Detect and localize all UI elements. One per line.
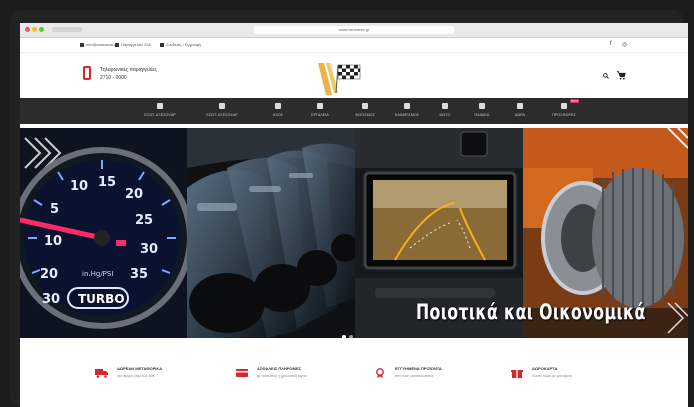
- close-window-icon[interactable]: [25, 27, 30, 32]
- nav-item-exterior[interactable]: ΕΞΩΤ. ΑΞΕΣΟΥΑΡ: [130, 100, 190, 117]
- nav-item-label: ΠΡΟΣΦΟΡΕΣ: [552, 113, 576, 117]
- child-icon: [479, 103, 485, 109]
- hero-slider[interactable]: 20 10 5 10 15 20 25 30 35 30 in.Hg/PSI TURBO: [20, 128, 688, 338]
- topbar-item-email[interactable]: info@carmania.gr: [80, 42, 118, 47]
- award-icon: [376, 368, 384, 378]
- card-icon: [236, 369, 248, 377]
- svg-text:30: 30: [140, 242, 158, 257]
- topbar-item-login[interactable]: Σύνδεση / Εγγραφή: [160, 42, 201, 47]
- phone-number: 2710 - 0000: [100, 75, 127, 81]
- feature-subtitle: από τους κατασκευαστές: [395, 374, 434, 378]
- svg-text:TURBO: TURBO: [78, 292, 125, 306]
- svg-text:10: 10: [70, 179, 88, 194]
- feature-subtitle: δώστε δώρο με μια κάρτα: [532, 374, 572, 378]
- nav-item-label: ΗΧΟΣ: [272, 113, 284, 117]
- feature-subtitle: για αγορές άνω των 50€: [117, 374, 155, 378]
- speaker-icon: [275, 103, 281, 109]
- main-navigation: ΕΞΩΤ. ΑΞΕΣΟΥΑΡ ΕΣΩΤ. ΑΞΕΣΟΥΑΡ ΗΧΟΣ ΕΡΓΑΛ…: [20, 98, 688, 124]
- svg-text:15: 15: [98, 175, 116, 190]
- gift-icon: [517, 103, 523, 109]
- gift-card-icon: [511, 370, 523, 378]
- moto-icon: [442, 103, 448, 109]
- slider-pagination[interactable]: [342, 326, 356, 338]
- phone-icon: [83, 66, 91, 80]
- feature-title: ΑΣΦΑΛΕΙΣ ΠΛΗΡΩΜΕΣ: [257, 366, 302, 371]
- facebook-icon[interactable]: f: [610, 41, 612, 47]
- nav-item-label: ΕΞΩΤ. ΑΞΕΣΟΥΑΡ: [144, 113, 176, 117]
- mail-icon: [80, 42, 84, 47]
- svg-text:in.Hg/PSI: in.Hg/PSI: [82, 270, 113, 278]
- svg-text:5: 5: [50, 202, 59, 217]
- nav-item-label: ΕΣΩΤ. ΑΞΕΣΟΥΑΡ: [206, 113, 238, 117]
- spray-icon: [404, 103, 410, 109]
- site-logo[interactable]: [310, 59, 380, 99]
- cars-row-image: [187, 128, 355, 338]
- features-bar: ΔΩΡΕΑΝ ΜΕΤΑΦΟΡΙΚΑ για αγορές άνω των 50€…: [20, 338, 688, 407]
- nav-item-label: ΠΑΙΔΙΚΑ: [474, 113, 490, 117]
- svg-text:10: 10: [44, 234, 62, 249]
- topbar-item-orders[interactable]: Παραγγελίες 24h: [115, 42, 151, 47]
- hero-slogan: Ποιοτικά και Οικονομικά: [416, 300, 646, 324]
- browser-window: www.carmania.gr info@carmania.gr Παραγγε…: [20, 23, 688, 407]
- user-icon: [160, 42, 164, 47]
- nav-item-interior[interactable]: ΕΣΩΤ. ΑΞΕΣΟΥΑΡ: [192, 100, 252, 117]
- svg-text:20: 20: [125, 187, 143, 202]
- wrench-icon: [317, 103, 323, 109]
- svg-text:35: 35: [130, 267, 148, 282]
- svg-text:25: 25: [135, 213, 153, 228]
- nav-item-label: ΔΩΡΑ: [514, 113, 525, 117]
- tag-icon: [561, 103, 567, 109]
- turbo-gauge-image: 20 10 5 10 15 20 25 30 35 30 in.Hg/PSI TURBO: [20, 128, 187, 338]
- phone-label: Τηλεφωνικές παραγγελίες: [100, 67, 157, 73]
- maximize-window-icon[interactable]: [39, 27, 44, 32]
- truck-icon: [95, 369, 108, 378]
- feature-title: ΕΓΓΥΗΜΕΝΑ ΠΡΟΪΟΝΤΑ: [395, 366, 442, 371]
- nav-item-label: ΜΟΤΟ: [439, 113, 451, 117]
- feature-subtitle: με πιστωτική ή χρεωστική κάρτα: [257, 374, 307, 378]
- car-icon: [157, 103, 163, 109]
- seat-icon: [219, 103, 225, 109]
- new-badge: NEW: [570, 99, 580, 103]
- browser-chrome: www.carmania.gr: [20, 23, 688, 38]
- topbar-item-label: Σύνδεση / Εγγραφή: [166, 42, 201, 47]
- topbar-item-label: info@carmania.gr: [86, 42, 118, 47]
- address-bar[interactable]: www.carmania.gr: [254, 26, 454, 34]
- bulb-icon: [362, 103, 368, 109]
- minimize-window-icon[interactable]: [32, 27, 37, 32]
- cart-icon[interactable]: [616, 70, 626, 80]
- svg-text:30: 30: [42, 292, 60, 307]
- feature-title: ΔΩΡΕΑΝ ΜΕΤΑΦΟΡΙΚΑ: [117, 366, 163, 371]
- svg-text:20: 20: [40, 267, 58, 282]
- nav-item-offers[interactable]: ΠΡΟΣΦΟΡΕΣ NEW: [534, 99, 594, 117]
- nav-item-label: ΕΡΓΑΛΕΙΑ: [311, 113, 329, 117]
- browser-nav-buttons[interactable]: [52, 27, 82, 32]
- top-info-bar: info@carmania.gr Παραγγελίες 24h Σύνδεση…: [20, 38, 688, 53]
- nav-item-label: ΦΩΤΙΣΜΟΣ: [355, 113, 375, 117]
- topbar-item-label: Παραγγελίες 24h: [121, 42, 151, 47]
- clock-icon: [115, 42, 119, 47]
- instagram-icon[interactable]: ◎: [622, 41, 627, 48]
- search-icon[interactable]: [603, 73, 609, 79]
- feature-title: ΔΩΡΟΚΑΡΤΑ: [532, 366, 558, 371]
- phone-info[interactable]: Τηλεφωνικές παραγγελίες 2710 - 0000: [100, 66, 157, 82]
